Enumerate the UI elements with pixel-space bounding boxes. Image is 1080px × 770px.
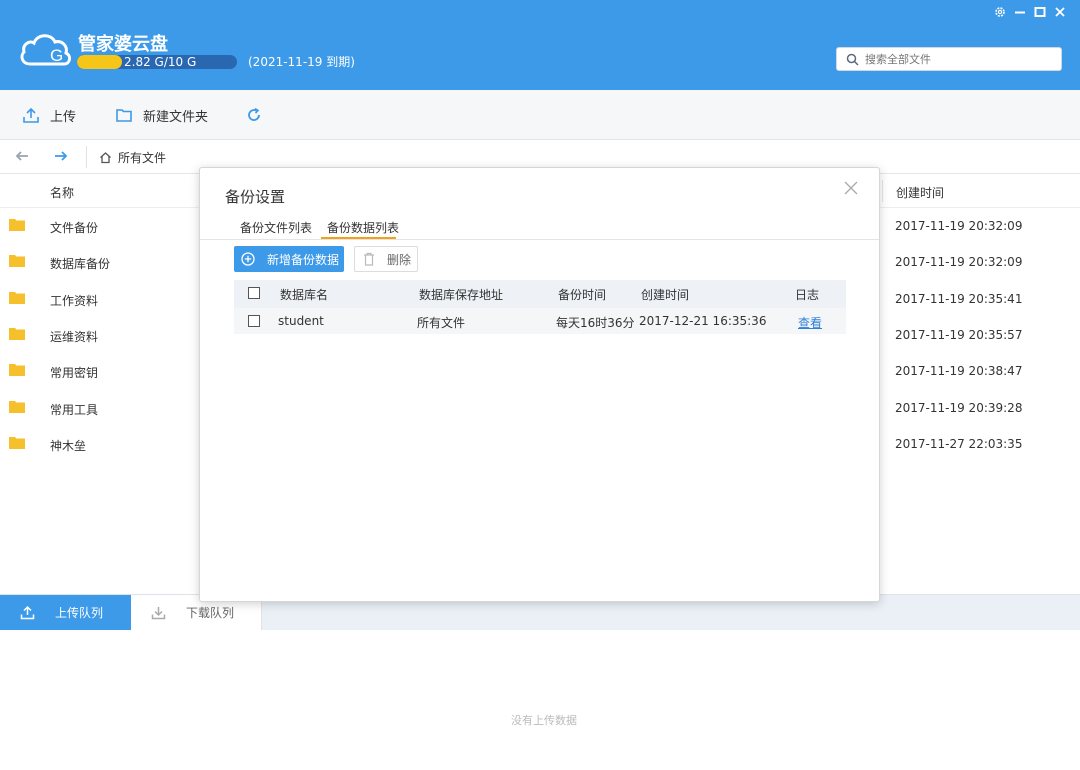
backup-settings-dialog: 备份设置 备份文件列表 备份数据列表 新增备份数据 删除 数据库名 数据库保存地… bbox=[199, 167, 880, 602]
back-arrow-icon[interactable] bbox=[14, 148, 30, 164]
file-name: 运维资料 bbox=[50, 330, 99, 344]
close-icon[interactable] bbox=[1054, 6, 1066, 22]
created-cell: 2017-12-21 16:35:36 bbox=[639, 314, 767, 328]
folder-add-icon bbox=[116, 109, 132, 122]
breadcrumb-root[interactable]: 所有文件 bbox=[118, 149, 166, 166]
file-created-time: 2017-11-19 20:32:09 bbox=[895, 219, 1023, 233]
backup-table-header: 数据库名 数据库保存地址 备份时间 创建时间 日志 bbox=[234, 280, 846, 308]
refresh-button[interactable] bbox=[246, 104, 262, 126]
folder-icon bbox=[9, 292, 25, 304]
search-box[interactable] bbox=[836, 47, 1062, 71]
file-created-time: 2017-11-19 20:39:28 bbox=[895, 401, 1023, 415]
backup-time-cell: 每天16时36分 bbox=[556, 316, 635, 330]
upload-icon bbox=[23, 107, 39, 123]
folder-icon bbox=[9, 328, 25, 340]
tab-backup-file-list[interactable]: 备份文件列表 bbox=[240, 219, 312, 236]
tab-backup-data-list[interactable]: 备份数据列表 bbox=[327, 219, 399, 236]
delete-button[interactable]: 删除 bbox=[354, 246, 418, 272]
column-header-db-name: 数据库名 bbox=[280, 288, 329, 302]
column-header-created[interactable]: 创建时间 bbox=[896, 184, 944, 201]
column-header-name[interactable]: 名称 bbox=[50, 184, 74, 201]
file-name: 常用密钥 bbox=[50, 366, 99, 380]
folder-icon bbox=[9, 219, 25, 231]
upload-button[interactable]: 上传 bbox=[22, 104, 76, 126]
file-created-time: 2017-11-19 20:35:57 bbox=[895, 328, 1023, 342]
file-name: 工作资料 bbox=[50, 294, 99, 308]
download-icon bbox=[151, 607, 166, 620]
cloud-logo-icon: G bbox=[20, 34, 72, 66]
tab-upload-queue[interactable]: 上传队列 bbox=[0, 595, 131, 630]
trash-icon bbox=[364, 252, 374, 266]
close-icon[interactable] bbox=[843, 180, 859, 196]
folder-icon bbox=[9, 255, 25, 267]
storage-quota-fill bbox=[77, 55, 123, 69]
new-folder-label: 新建文件夹 bbox=[143, 109, 209, 125]
forward-arrow-icon[interactable] bbox=[53, 148, 69, 164]
file-created-time: 2017-11-19 20:35:41 bbox=[895, 292, 1023, 306]
storage-quota-text: 2.82 G/10 G bbox=[124, 55, 197, 69]
add-backup-button[interactable]: 新增备份数据 bbox=[234, 246, 344, 272]
app-title: 管家婆云盘 bbox=[78, 34, 168, 55]
upload-icon bbox=[20, 605, 35, 620]
add-backup-label: 新增备份数据 bbox=[267, 252, 340, 267]
nav-separator bbox=[86, 146, 87, 168]
minimize-icon[interactable] bbox=[1014, 6, 1026, 22]
plus-circle-icon bbox=[241, 252, 255, 266]
active-tab-indicator bbox=[321, 237, 396, 239]
folder-icon bbox=[9, 364, 25, 376]
column-header-created: 创建时间 bbox=[641, 288, 690, 302]
table-row[interactable]: student 所有文件 每天16时36分 2017-12-21 16:35:3… bbox=[234, 308, 846, 334]
view-log-link[interactable]: 查看 bbox=[798, 314, 822, 331]
select-all-checkbox[interactable] bbox=[248, 287, 260, 299]
svg-text:G: G bbox=[50, 46, 63, 65]
home-icon[interactable] bbox=[99, 151, 112, 164]
upload-label: 上传 bbox=[50, 109, 77, 125]
file-name: 文件备份 bbox=[50, 221, 99, 235]
breadcrumb: 所有文件 bbox=[99, 149, 166, 166]
tab-upload-queue-label: 上传队列 bbox=[55, 606, 104, 620]
save-path-cell: 所有文件 bbox=[417, 316, 466, 330]
db-name-cell: student bbox=[278, 314, 324, 328]
column-divider bbox=[882, 180, 883, 202]
new-folder-button[interactable]: 新建文件夹 bbox=[115, 104, 208, 126]
file-name: 神木垒 bbox=[50, 439, 87, 453]
dialog-tabs: 备份文件列表 备份数据列表 bbox=[200, 215, 879, 240]
tab-download-queue-label: 下载队列 bbox=[186, 606, 235, 620]
search-input[interactable] bbox=[865, 50, 1055, 68]
delete-label: 删除 bbox=[387, 252, 412, 267]
row-checkbox[interactable] bbox=[248, 315, 260, 327]
maximize-icon[interactable] bbox=[1034, 6, 1046, 22]
file-created-time: 2017-11-19 20:32:09 bbox=[895, 255, 1023, 269]
file-created-time: 2017-11-27 22:03:35 bbox=[895, 437, 1023, 451]
app-header: G 管家婆云盘 2.82 G/10 G (2021-11-19 到期) bbox=[0, 0, 1080, 90]
file-name: 数据库备份 bbox=[50, 257, 111, 271]
gear-icon[interactable] bbox=[994, 6, 1006, 22]
column-header-backup-time: 备份时间 bbox=[558, 288, 607, 302]
file-name: 常用工具 bbox=[50, 403, 99, 417]
window-controls bbox=[994, 6, 1066, 22]
file-created-time: 2017-11-19 20:38:47 bbox=[895, 364, 1023, 378]
toolbar: 上传 新建文件夹 bbox=[0, 90, 1080, 140]
folder-icon bbox=[9, 437, 25, 449]
column-header-save-path: 数据库保存地址 bbox=[419, 288, 504, 302]
folder-icon bbox=[9, 401, 25, 413]
search-icon bbox=[846, 53, 859, 66]
expire-date-text: (2021-11-19 到期) bbox=[248, 55, 355, 69]
dialog-title: 备份设置 bbox=[225, 188, 286, 206]
column-header-log: 日志 bbox=[795, 288, 820, 302]
queue-empty-text: 没有上传数据 bbox=[511, 714, 577, 727]
refresh-icon bbox=[248, 107, 260, 121]
